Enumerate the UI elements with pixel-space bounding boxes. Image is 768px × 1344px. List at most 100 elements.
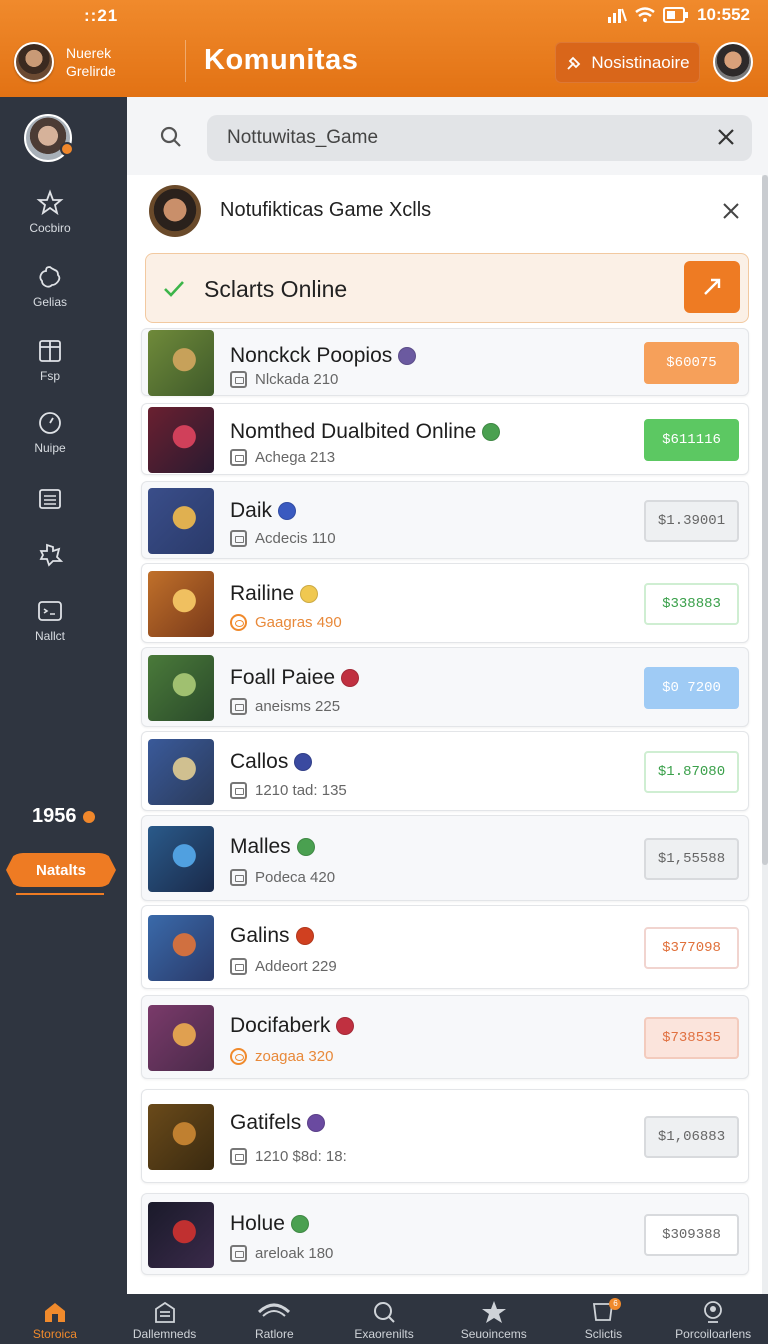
game-thumbnail[interactable] <box>148 407 214 473</box>
game-title[interactable]: Docifaberk <box>230 1014 355 1038</box>
game-thumbnail[interactable] <box>148 1005 214 1071</box>
wallet-icon <box>38 601 62 621</box>
controller-icon <box>230 614 247 631</box>
bottom-nav-item[interactable]: Storoica <box>0 1294 110 1344</box>
bottom-nav-item[interactable]: Dallemneds <box>110 1294 220 1344</box>
sidebar-item-1[interactable]: Gelias <box>0 263 100 309</box>
game-thumbnail[interactable] <box>148 488 214 554</box>
sidebar-item-label: Gelias <box>32 295 67 309</box>
game-row[interactable]: Daik Acdecis 110 $1.39001 <box>141 481 749 559</box>
game-title[interactable]: Nomthed Dualbited Online <box>230 420 501 444</box>
game-title[interactable]: Nonckck Poopios <box>230 344 417 368</box>
sidebar-item-4[interactable] <box>0 485 100 517</box>
game-thumbnail[interactable] <box>148 330 214 396</box>
screen: ::21 10:552 Nuerek Grelirde Komunitas No… <box>0 0 768 1344</box>
game-title[interactable]: Daik <box>230 499 297 523</box>
game-title-text: Daik <box>230 499 273 522</box>
game-title[interactable]: Callos <box>230 750 313 774</box>
game-row[interactable]: Foall Paiee aneisms 225 $0 7200 <box>141 647 749 727</box>
game-title-text: Nomthed Dualbited Online <box>230 420 477 443</box>
sidebar-item-0[interactable]: Cocbiro <box>0 189 100 235</box>
game-title-text: Malles <box>230 835 291 858</box>
price-button[interactable]: $309388 <box>644 1214 739 1256</box>
game-title[interactable]: Galins <box>230 924 314 948</box>
game-title-text: Callos <box>230 750 289 773</box>
price-button[interactable]: $60075 <box>644 342 739 384</box>
game-row[interactable]: Docifaberk zoagaa 320 $738535 <box>141 995 749 1079</box>
star-icon <box>36 189 64 216</box>
bottom-nav-item[interactable]: Ratlore <box>219 1294 329 1344</box>
status-time-right: 10:552 <box>697 5 750 24</box>
game-title[interactable]: Foall Paiee <box>230 666 360 690</box>
game-emoji-icon <box>307 1114 326 1132</box>
price-button[interactable]: $338883 <box>644 583 739 625</box>
search-icon[interactable] <box>159 125 183 149</box>
sidebar-item-2[interactable]: Fsp <box>0 337 100 383</box>
panel-header: Notufikticas Game Xclls <box>127 175 768 247</box>
price-button[interactable]: $738535 <box>644 1017 739 1059</box>
game-row[interactable]: Galins Addeort 229 $377098 <box>141 905 749 989</box>
game-thumbnail[interactable] <box>148 739 214 805</box>
price-button[interactable]: $1,55588 <box>644 838 739 880</box>
game-emoji-icon <box>300 585 319 603</box>
bottom-nav-item[interactable]: Seuoincems <box>439 1294 549 1344</box>
game-title-text: Galins <box>230 924 290 947</box>
game-thumbnail[interactable] <box>148 915 214 981</box>
bottom-nav-item[interactable]: 6 Sclictis <box>549 1294 659 1344</box>
status-icons: 10:552 <box>607 5 750 25</box>
online-filter-bar[interactable]: Sclarts Online <box>145 253 749 323</box>
close-icon[interactable] <box>721 201 741 221</box>
game-thumbnail[interactable] <box>148 571 214 637</box>
price-button[interactable]: $377098 <box>644 927 739 969</box>
game-meta-text: Podeca 420 <box>255 869 336 886</box>
price-button[interactable]: $611116 <box>644 419 739 461</box>
controller-icon <box>230 530 247 547</box>
game-thumbnail[interactable] <box>148 826 214 892</box>
game-meta-text: 1210 tad: 135 <box>255 782 347 799</box>
sidebar-item-5[interactable] <box>0 539 100 573</box>
online-toggle-button[interactable] <box>684 261 740 313</box>
game-title-text: Railine <box>230 582 295 605</box>
sidebar-pill-button[interactable]: Natalts <box>6 853 116 887</box>
clear-search-icon[interactable] <box>716 127 736 147</box>
sidebar-item-6[interactable]: Nallct <box>0 597 100 643</box>
price-button[interactable]: $0 7200 <box>644 667 739 709</box>
search-input[interactable] <box>207 115 752 161</box>
header-profile[interactable]: Nuerek Grelirde <box>14 42 136 82</box>
game-thumbnail[interactable] <box>148 1104 214 1170</box>
game-row[interactable]: Railine Gaagras 490 $338883 <box>141 563 749 643</box>
game-row[interactable]: Nonckck Poopios Nlckada 210 $60075 <box>141 328 749 396</box>
avatar[interactable] <box>14 42 54 82</box>
scrollbar-thumb[interactable] <box>762 175 768 865</box>
game-row[interactable]: Holue areloak 180 $309388 <box>141 1193 749 1275</box>
game-title[interactable]: Holue <box>230 1212 309 1236</box>
game-title[interactable]: Gatifels <box>230 1111 326 1135</box>
game-emoji-icon <box>341 669 360 687</box>
book-icon <box>39 340 61 362</box>
price-button[interactable]: $1,06883 <box>644 1116 739 1158</box>
game-row[interactable]: Gatifels 1210 $8d: 18: $1,06883 <box>141 1089 749 1183</box>
clock-icon <box>39 412 61 434</box>
controller-icon <box>230 1148 247 1165</box>
bottom-nav-item[interactable]: Porcoiloarlens <box>658 1294 768 1344</box>
pill-underline <box>16 893 104 895</box>
price-button[interactable]: $1.87080 <box>644 751 739 793</box>
game-title[interactable]: Malles <box>230 835 315 859</box>
price-button[interactable]: $1.39001 <box>644 500 739 542</box>
game-row[interactable]: Nomthed Dualbited Online Achega 213 $61111… <box>141 403 749 475</box>
list-icon <box>39 489 61 509</box>
bottom-nav-item[interactable]: Exaorenilts <box>329 1294 439 1344</box>
wave-icon <box>257 1300 291 1327</box>
sidebar-item-3[interactable]: Nuipe <box>0 409 100 455</box>
game-thumbnail[interactable] <box>148 655 214 721</box>
game-row[interactable]: Malles Podeca 420 $1,55588 <box>141 815 749 901</box>
game-row[interactable]: Callos 1210 tad: 135 $1.87080 <box>141 731 749 811</box>
game-title[interactable]: Railine <box>230 582 319 606</box>
game-meta-text: Acdecis 110 <box>255 530 336 547</box>
coin-count: 1956 <box>32 805 95 828</box>
user-avatar[interactable] <box>713 42 753 82</box>
game-thumbnail[interactable] <box>148 1202 214 1268</box>
game-emoji-icon <box>398 347 417 365</box>
notifications-button[interactable]: Nosistinaoire <box>555 42 700 83</box>
game-meta-text: Nlckada 210 <box>255 371 339 388</box>
